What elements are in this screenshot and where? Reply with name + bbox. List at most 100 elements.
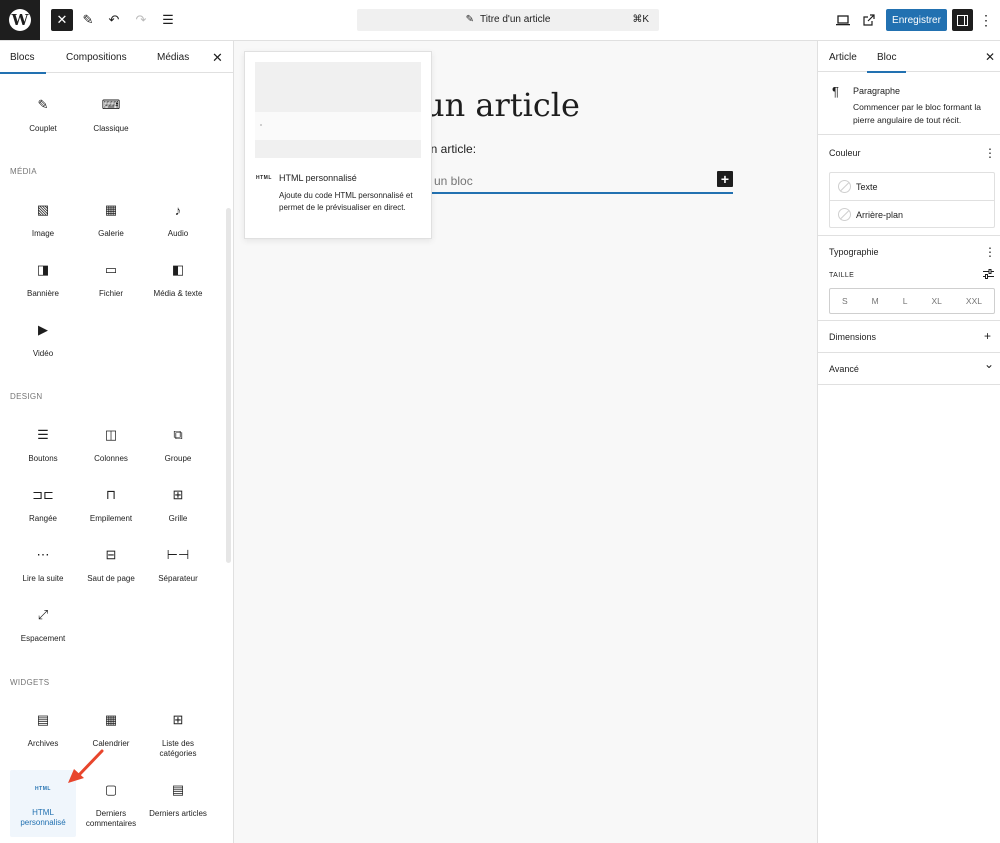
block-label: Image xyxy=(31,229,55,238)
tab-bloc[interactable]: Bloc xyxy=(866,52,908,73)
color-text-option[interactable]: Texte xyxy=(830,173,994,200)
block-label: HTML personnalisé xyxy=(20,808,66,827)
options-icon[interactable]: ⋮ xyxy=(984,245,996,259)
view-post-icon[interactable] xyxy=(858,9,880,31)
block-archives[interactable]: ▤ Archives xyxy=(10,711,76,749)
block-saut-de-page[interactable]: ⊟ Saut de page xyxy=(78,546,144,584)
block-couplet[interactable]: ✎ Couplet xyxy=(10,96,76,134)
row-icon: ⊐⊏ xyxy=(32,487,54,502)
archive-icon: ▤ xyxy=(36,712,50,727)
block-rangee[interactable]: ⊐⊏ Rangée xyxy=(10,486,76,524)
wordpress-logo[interactable]: W xyxy=(0,0,40,40)
block-label: Classique xyxy=(93,124,129,133)
inserter-tabs: Blocs Compositions Médias ✕ xyxy=(0,41,233,74)
font-size-xxl[interactable]: XXL xyxy=(966,296,982,306)
block-card-title: Paragraphe xyxy=(853,86,901,96)
save-button[interactable]: Enregistrer xyxy=(886,9,947,31)
block-banniere[interactable]: ◨ Bannière xyxy=(10,261,76,299)
block-card: ¶ Paragraphe Commencer par le bloc forma… xyxy=(818,72,1000,135)
redo-icon[interactable]: ↷ xyxy=(130,9,152,31)
preview-device-icon[interactable] xyxy=(832,9,854,31)
block-image[interactable]: ▧ Image xyxy=(10,201,76,239)
options-menu-icon[interactable]: ⋮ xyxy=(979,9,993,31)
block-label: Derniers commentaires xyxy=(85,809,137,828)
undo-icon[interactable]: ↶ xyxy=(103,9,125,31)
block-label: Derniers articles xyxy=(149,809,207,818)
keyboard-icon: ⌨ xyxy=(101,97,121,112)
plus-icon[interactable]: + xyxy=(984,329,991,343)
block-calendrier[interactable]: ▦ Calendrier xyxy=(78,711,144,749)
block-label: Espacement xyxy=(20,634,66,643)
dimensions-panel[interactable]: Dimensions + xyxy=(818,321,1000,353)
command-shortcut: ⌘K xyxy=(632,14,649,25)
color-option-label: Arrière-plan xyxy=(856,210,904,220)
video-icon: ▶ xyxy=(38,322,48,337)
color-options: Texte Arrière-plan xyxy=(829,172,995,228)
dimensions-panel-title: Dimensions xyxy=(829,332,877,342)
settings-toggle-button[interactable] xyxy=(952,9,973,31)
block-fichier[interactable]: ▭ Fichier xyxy=(78,261,144,299)
section-media-title: MÉDIA xyxy=(10,167,37,176)
block-separateur[interactable]: ⊢⊣ Séparateur xyxy=(145,546,211,584)
verse-icon: ✎ xyxy=(37,97,49,112)
close-icon[interactable]: ✕ xyxy=(212,50,223,66)
typography-panel: Typographie ⋮ TAILLE S M L XL XXL xyxy=(818,236,1000,321)
options-icon[interactable]: ⋮ xyxy=(984,146,996,160)
block-label: Couplet xyxy=(29,124,57,133)
section-widgets-title: WIDGETS xyxy=(10,678,50,687)
block-label: Empilement xyxy=(89,514,133,523)
block-label: Rangée xyxy=(28,514,58,523)
block-galerie[interactable]: ▦ Galerie xyxy=(78,201,144,239)
block-classique[interactable]: ⌨ Classique xyxy=(78,96,144,134)
block-boutons[interactable]: ☰ Boutons xyxy=(10,426,76,464)
add-block-button[interactable]: + xyxy=(717,171,733,187)
grid-icon: ⊞ xyxy=(172,487,184,502)
block-derniers-articles[interactable]: ▤ Derniers articles xyxy=(145,781,211,819)
wordpress-icon: W xyxy=(9,9,31,31)
columns-icon: ◫ xyxy=(104,427,118,442)
close-icon[interactable]: ✕ xyxy=(985,50,995,64)
block-espacement[interactable]: ⤢ Espacement xyxy=(10,606,76,644)
block-liste-categories[interactable]: ⊞ Liste des catégories xyxy=(145,711,211,759)
separator-icon: ⊢⊣ xyxy=(166,547,190,562)
font-size-xl[interactable]: XL xyxy=(932,296,942,306)
group-icon: ⧉ xyxy=(173,427,183,442)
block-audio[interactable]: ♪ Audio xyxy=(145,201,211,239)
close-inserter-button[interactable]: ✕ xyxy=(51,9,73,31)
html-icon: HTML xyxy=(256,175,272,181)
tab-patterns[interactable]: Compositions xyxy=(66,52,127,63)
preview-description: Ajoute du code HTML personnalisé et perm… xyxy=(279,191,413,212)
block-empilement[interactable]: ⊓ Empilement xyxy=(78,486,144,524)
tools-pen-icon[interactable]: ✎ xyxy=(77,9,99,31)
font-size-l[interactable]: L xyxy=(903,296,908,306)
block-lire-la-suite[interactable]: ⋯ Lire la suite xyxy=(10,546,76,584)
font-size-s[interactable]: S xyxy=(842,296,848,306)
block-label: Groupe xyxy=(164,454,192,463)
advanced-panel[interactable]: Avancé ⌄ xyxy=(818,353,1000,385)
inserter-scrollbar[interactable] xyxy=(226,208,231,563)
block-video[interactable]: ▶ Vidéo xyxy=(10,321,76,359)
block-preview-image xyxy=(255,62,421,158)
file-icon: ▭ xyxy=(104,262,118,277)
tab-article[interactable]: Article xyxy=(829,52,857,63)
post-title[interactable]: un article xyxy=(424,86,580,124)
block-label: Fichier xyxy=(98,289,123,298)
custom-size-icon[interactable] xyxy=(983,269,994,282)
sidebar-icon xyxy=(957,14,968,26)
font-size-m[interactable]: M xyxy=(872,296,879,306)
list-view-icon[interactable]: ☰ xyxy=(157,9,179,31)
block-derniers-commentaires[interactable]: ▢ Derniers commentaires xyxy=(78,781,144,829)
empty-block[interactable]: ir un bloc + xyxy=(424,166,733,194)
block-colonnes[interactable]: ◫ Colonnes xyxy=(78,426,144,464)
tab-media[interactable]: Médias xyxy=(157,52,189,63)
tab-blocks[interactable]: Blocs xyxy=(0,52,48,74)
command-palette-button[interactable]: ✎ Titre d'un article ⌘K xyxy=(357,9,659,31)
calendar-icon: ▦ xyxy=(104,712,118,727)
color-background-option[interactable]: Arrière-plan xyxy=(830,200,994,227)
font-size-picker: S M L XL XXL xyxy=(829,288,995,314)
block-groupe[interactable]: ⧉ Groupe xyxy=(145,426,211,464)
chevron-down-icon[interactable]: ⌄ xyxy=(984,357,994,371)
block-label: Galerie xyxy=(98,229,124,238)
block-grille[interactable]: ⊞ Grille xyxy=(145,486,211,524)
block-media-texte[interactable]: ◧ Média & texte xyxy=(145,261,211,299)
